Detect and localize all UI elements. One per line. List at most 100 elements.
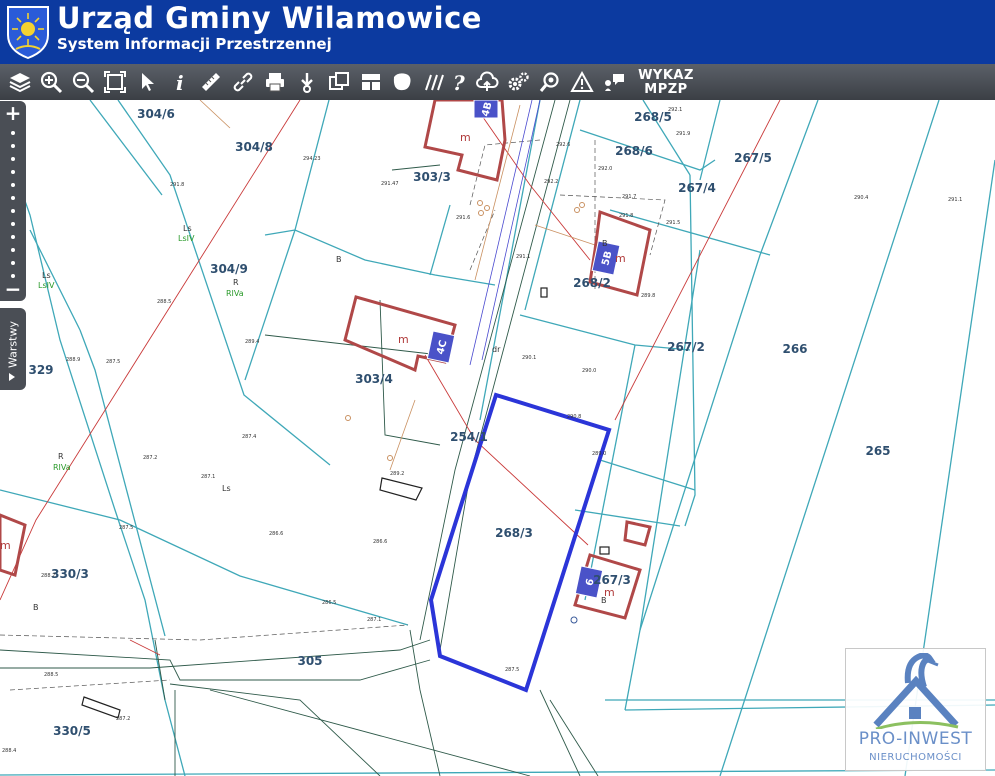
info-tool[interactable]: i [164,67,194,97]
zoom-extent-icon [104,71,126,93]
zoom-level-dot[interactable] [11,222,15,226]
zoom-out-tool[interactable] [68,67,98,97]
pointer-tool[interactable] [133,67,163,97]
svg-text:m: m [615,252,626,265]
logo-company-tagline: NIERUCHOMOŚCI [869,752,962,763]
svg-text:287.5: 287.5 [106,359,120,365]
expand-arrow-icon [9,373,15,381]
svg-text:289.0: 289.0 [592,451,606,457]
download-icon [301,73,313,93]
svg-text:254/1: 254/1 [450,430,488,444]
area-icon [393,73,411,91]
zoom-minus-button[interactable]: − [3,279,23,299]
svg-text:267/5: 267/5 [734,151,772,165]
coat-of-arms-icon [7,6,49,59]
print-tool[interactable] [260,67,290,97]
zoom-in-tool[interactable] [36,67,66,97]
layers-panel-toggle[interactable]: Warstwy [0,308,26,390]
zoom-level-dot[interactable] [11,131,15,135]
zoom-in-icon [40,71,63,94]
map-toolbar: i ? WYKAZ MPZP [0,64,995,101]
svg-text:i: i [176,71,184,94]
svg-text:294.23: 294.23 [303,156,321,162]
copy-tool[interactable] [324,67,354,97]
zoom-level-dot[interactable] [11,261,15,265]
svg-text:m: m [398,333,409,346]
comment-tool[interactable] [599,67,629,97]
zoom-level-dot[interactable] [11,157,15,161]
svg-text:288.7: 288.7 [41,573,55,579]
warning-icon [570,70,594,92]
link-tool[interactable] [228,67,258,97]
app-header: Urząd Gminy Wilamowice System Informacji… [0,0,995,64]
help-icon: ? [453,71,465,94]
zoom-level-dot[interactable] [11,183,15,187]
svg-text:288.4: 288.4 [2,748,16,754]
svg-text:R: R [58,452,64,461]
search-tool[interactable] [535,67,565,97]
zoom-level-dot[interactable] [11,170,15,174]
hatch-icon [425,74,444,91]
svg-text:291.1: 291.1 [948,197,962,203]
comment-icon [605,74,624,91]
layers-icon [9,73,31,93]
svg-text:265: 265 [865,444,890,458]
svg-text:268/5: 268/5 [634,110,672,124]
svg-text:304/6: 304/6 [137,107,175,121]
buildings [0,100,652,620]
svg-text:292.2: 292.2 [544,179,558,185]
svg-text:LsIV: LsIV [38,281,55,290]
svg-text:267/3: 267/3 [593,573,631,587]
svg-text:290.1: 290.1 [522,355,536,361]
layers-tool[interactable] [5,67,35,97]
svg-text:290.0: 290.0 [582,368,596,374]
settings-tool[interactable] [503,67,533,97]
svg-text:291.8: 291.8 [170,182,184,188]
zoom-level-dot[interactable] [11,248,15,252]
svg-text:287.5: 287.5 [505,667,519,673]
svg-text:289.2: 289.2 [390,471,404,477]
help-tool[interactable]: ? [444,67,474,97]
cloud-tool[interactable] [472,67,502,97]
svg-text:268/3: 268/3 [495,526,533,540]
svg-text:m: m [604,586,615,599]
svg-text:287.2: 287.2 [143,455,157,461]
svg-text:LsIV: LsIV [178,234,195,243]
area-tool[interactable] [387,67,417,97]
svg-text:305: 305 [297,654,322,668]
layout-tool[interactable] [356,67,386,97]
link-icon [233,72,253,92]
svg-text:B: B [33,603,39,612]
svg-text:R: R [233,278,239,287]
svg-text:287.5: 287.5 [119,525,133,531]
svg-text:287.1: 287.1 [367,617,381,623]
measure-tool[interactable] [196,67,226,97]
warning-tool[interactable] [567,67,597,97]
zoom-level-dot[interactable] [11,196,15,200]
svg-text:288.5: 288.5 [44,672,58,678]
svg-text:288.5: 288.5 [157,299,171,305]
zoom-level-dot[interactable] [11,209,15,213]
svg-text:268/6: 268/6 [615,144,653,158]
copy-icon [329,72,349,90]
zoom-extent-tool[interactable] [100,67,130,97]
svg-text:291.6: 291.6 [456,215,470,221]
download-tool[interactable] [292,67,322,97]
wykaz-mpzp-button[interactable]: WYKAZ MPZP [634,69,698,97]
app-subtitle: System Informacji Przestrzennej [57,35,332,53]
zoom-out-icon [72,71,95,94]
settings-icon [508,72,529,91]
zoom-slider[interactable]: + − [0,101,26,301]
zoom-level-dot[interactable] [11,235,15,239]
zoom-level-dot[interactable] [11,144,15,148]
svg-text:292.0: 292.0 [598,166,612,172]
zoom-plus-button[interactable]: + [3,103,23,123]
search-icon [539,72,559,92]
svg-text:289.4: 289.4 [245,339,259,345]
svg-text:330/3: 330/3 [51,567,89,581]
svg-text:303/3: 303/3 [413,170,451,184]
svg-text:m: m [460,131,471,144]
layout-icon [362,74,380,90]
svg-text:?: ? [453,71,465,94]
pro-inwest-logo: PRO-INWEST NIERUCHOMOŚCI [845,648,986,771]
